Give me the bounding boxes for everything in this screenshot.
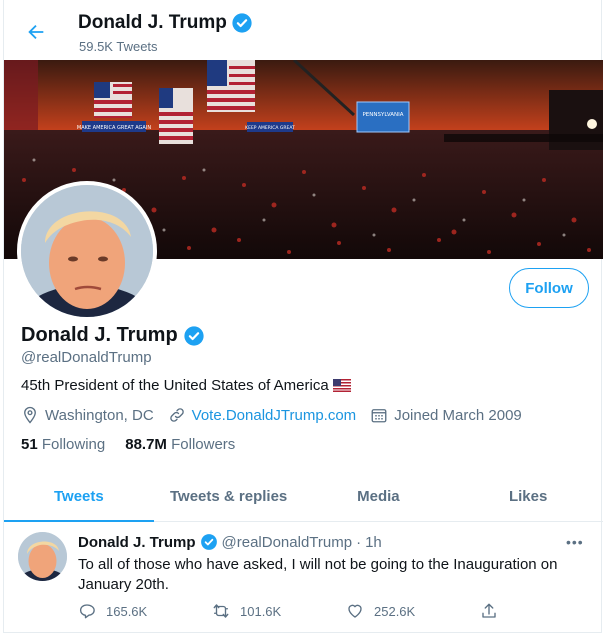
following-link[interactable]: 51 Following [21,436,105,453]
banner-flag-right [207,60,255,112]
retweet-icon [213,604,229,618]
profile-meta: Washington, DC Vote.DonaldJTrump.com Joi… [21,406,536,424]
reply-count: 165.6K [106,603,148,619]
tweet-author-handle[interactable]: @realDonaldTrump [222,534,353,551]
top-bar: Donald J. Trump 59.5K Tweets [4,0,603,60]
share-button[interactable] [480,602,498,620]
more-icon[interactable]: ••• [566,534,584,550]
tweet-time[interactable]: 1h [365,534,382,551]
tweet-avatar-image [18,532,67,581]
link-icon [169,408,184,422]
reply-button[interactable]: 165.6K [78,602,212,620]
avatar-image [21,185,153,317]
verified-badge-icon [184,325,204,346]
tweet-header: Donald J. Trump @realDonaldTrump · 1h [78,533,382,551]
share-icon [482,603,496,618]
like-count: 252.6K [374,603,416,619]
joined-text: Joined March 2009 [394,406,522,424]
location-text: Washington, DC [45,406,154,424]
tweet-author-name[interactable]: Donald J. Trump [78,534,196,551]
tweet-actions: 165.6K 101.6K 252.6K [78,602,498,620]
header-tweet-count: 59.5K Tweets [79,39,158,54]
location-pin-icon [24,406,36,424]
reply-icon [79,604,95,619]
tweet-text: To all of those who have asked, I will n… [78,556,558,593]
followers-label: Followers [171,436,236,453]
profile-handle: @realDonaldTrump [21,349,152,366]
verified-badge-icon [200,534,217,550]
retweet-button[interactable]: 101.6K [212,602,346,620]
tweet-avatar[interactable] [18,532,67,581]
profile-tabs: Tweets Tweets & replies Media Likes [4,472,603,522]
tweet[interactable]: Donald J. Trump @realDonaldTrump · 1h ••… [4,522,603,633]
tab-tweets-replies[interactable]: Tweets & replies [154,472,304,521]
back-button[interactable] [22,18,50,46]
banner-sign-mid-text: KEEP AMERICA GREAT [245,125,295,131]
followers-link[interactable]: 88.7M Followers [125,436,235,453]
calendar-icon [371,409,387,423]
follow-button[interactable]: Follow [509,268,589,308]
tweet-separator: · [356,533,362,551]
profile-joined: Joined March 2009 [370,406,522,424]
banner-sign-right-text: PENNSYLVANIA [362,112,403,118]
banner-flag-mid [159,88,193,144]
bio-text: 45th President of the United States of A… [21,377,329,394]
header-title: Donald J. Trump [78,12,253,34]
verified-badge-icon [232,13,252,33]
followers-count: 88.7M [125,436,167,453]
profile-avatar[interactable] [17,181,157,321]
profile-name-text: Donald J. Trump [21,324,178,346]
profile-name: Donald J. Trump [21,324,205,347]
profile-counts: 51 Following 88.7M Followers [21,436,235,453]
website-link[interactable]: Vote.DonaldJTrump.com [192,407,357,424]
like-button[interactable]: 252.6K [346,602,480,620]
retweet-count: 101.6K [240,603,282,619]
us-flag-emoji [332,379,351,392]
banner-sign-left-text: MAKE AMERICA GREAT AGAIN [77,125,151,131]
profile-bio: 45th President of the United States of A… [21,377,351,394]
profile-page: Donald J. Trump 59.5K Tweets MAKE AMERIC… [3,0,603,633]
like-icon [348,604,362,618]
back-arrow-icon [28,24,44,40]
following-count: 51 [21,436,38,453]
banner-flag-left [94,82,132,118]
tab-tweets[interactable]: Tweets [4,472,154,522]
header-name: Donald J. Trump [78,12,227,33]
profile-location: Washington, DC [21,406,154,424]
tab-media[interactable]: Media [304,472,454,521]
profile-website: Vote.DonaldJTrump.com [168,406,357,424]
following-label: Following [41,436,106,453]
tab-likes[interactable]: Likes [453,472,603,521]
